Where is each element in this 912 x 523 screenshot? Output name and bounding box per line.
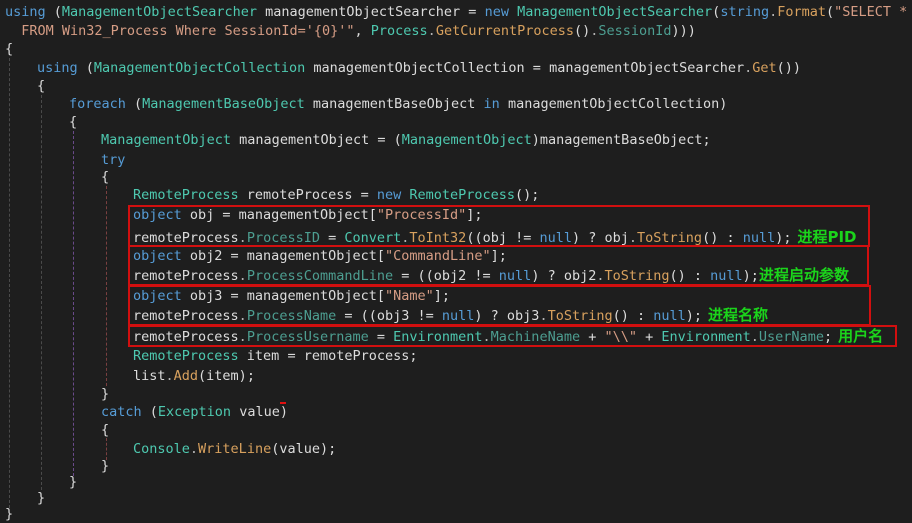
code-token: }	[37, 490, 46, 506]
code-token: item = remoteProcess;	[238, 348, 418, 364]
code-line: list.Add(item);	[133, 367, 255, 385]
code-token: (value);	[271, 441, 337, 457]
code-token: (	[45, 4, 62, 20]
code-line: {	[37, 77, 45, 95]
code-token: (	[826, 4, 835, 20]
code-token: ();	[515, 187, 540, 203]
highlight-box-name	[128, 285, 871, 326]
code-token: (	[125, 96, 143, 112]
code-token: {	[101, 422, 110, 438]
code-token: {	[69, 114, 78, 130]
code-token: Format	[777, 4, 827, 20]
code-line: {	[5, 40, 13, 58]
code-token: SessionId	[598, 23, 672, 39]
code-token: ManagementObjectSearcher	[517, 4, 713, 20]
highlight-box-pid	[128, 205, 870, 247]
code-token: RemoteProcess	[409, 187, 516, 203]
code-token: string	[720, 4, 770, 20]
indent-guide	[106, 186, 107, 386]
code-token: Process	[370, 23, 428, 39]
code-token: .	[427, 23, 436, 39]
code-token: value)	[231, 404, 288, 420]
code-token: try	[101, 152, 126, 168]
code-token: FROM Win32_Process Where SessionId='{0}'…	[5, 23, 355, 39]
indent-guide	[106, 438, 107, 460]
code-line: {	[101, 168, 109, 186]
code-token: (	[77, 60, 94, 76]
code-token: ManagementObject	[401, 132, 532, 148]
code-token: managementObject = (	[231, 132, 402, 148]
code-token: GetCurrentProcess	[435, 23, 574, 39]
code-token: ManagementObjectSearcher	[61, 4, 257, 20]
highlight-box-commandline	[128, 245, 869, 286]
code-token: "SELECT *	[834, 4, 908, 20]
error-squiggle	[280, 402, 286, 404]
code-token: ManagementObjectCollection	[93, 60, 306, 76]
code-token: {	[37, 78, 46, 94]
code-line: catch (Exception value)	[101, 403, 288, 421]
code-token: Add	[173, 368, 199, 384]
code-token: ManagementObject	[101, 132, 232, 148]
highlight-box-username	[128, 325, 897, 347]
code-line: RemoteProcess remoteProcess = new Remote…	[133, 186, 539, 204]
code-token: (	[141, 404, 158, 420]
code-token: remoteProcess =	[238, 187, 377, 203]
code-token: .	[189, 441, 199, 457]
code-token: {	[5, 41, 14, 57]
code-token: (item);	[198, 368, 255, 384]
code-token: ())	[776, 60, 802, 76]
code-line: }	[37, 489, 45, 507]
code-token: using	[37, 60, 78, 76]
code-token: .	[769, 4, 778, 20]
indent-guide	[41, 95, 42, 490]
code-token: ManagementBaseObject	[142, 96, 305, 112]
code-token: WriteLine	[198, 441, 272, 457]
code-line: Console.WriteLine(value);	[133, 440, 336, 458]
code-token: )))	[671, 23, 696, 39]
code-line: RemoteProcess item = remoteProcess;	[133, 347, 417, 365]
code-token: }	[101, 386, 110, 402]
code-line: }	[101, 385, 109, 403]
code-line: FROM Win32_Process Where SessionId='{0}'…	[5, 22, 696, 40]
code-token: managementObjectCollection = managementO…	[305, 60, 745, 76]
code-token: RemoteProcess	[133, 348, 239, 364]
code-line: {	[101, 421, 109, 439]
code-line: foreach (ManagementBaseObject management…	[69, 95, 727, 113]
code-token: using	[5, 4, 46, 20]
code-line: using (ManagementObjectCollection manage…	[37, 59, 801, 77]
code-token: RemoteProcess	[133, 187, 239, 203]
code-token: ,	[354, 23, 371, 39]
code-token: {	[101, 169, 110, 185]
code-token: catch	[101, 404, 142, 420]
indent-guide	[9, 58, 10, 508]
code-line: using (ManagementObjectSearcher manageme…	[5, 3, 907, 21]
code-token: ()	[573, 23, 591, 39]
code-line: try	[101, 151, 125, 169]
indent-guide	[73, 131, 74, 476]
code-token: foreach	[69, 96, 126, 112]
code-token: list	[133, 368, 166, 384]
code-token: in	[483, 96, 500, 112]
code-line: ManagementObject managementObject = (Man…	[101, 131, 711, 149]
code-token: new	[484, 4, 509, 20]
code-token: .	[165, 368, 174, 384]
code-token: Exception	[157, 404, 232, 420]
code-line: {	[69, 113, 77, 131]
code-token: managementBaseObject	[304, 96, 484, 112]
code-token: }	[5, 506, 14, 522]
code-token: managementObjectSearcher =	[256, 4, 485, 20]
code-token: new	[376, 187, 402, 203]
code-token: }	[69, 474, 78, 490]
code-token: managementObjectCollection)	[499, 96, 728, 112]
code-token: Console	[133, 441, 190, 457]
code-token: }	[101, 458, 110, 474]
code-token: )managementBaseObject;	[531, 132, 711, 148]
code-token: Get	[752, 60, 777, 76]
